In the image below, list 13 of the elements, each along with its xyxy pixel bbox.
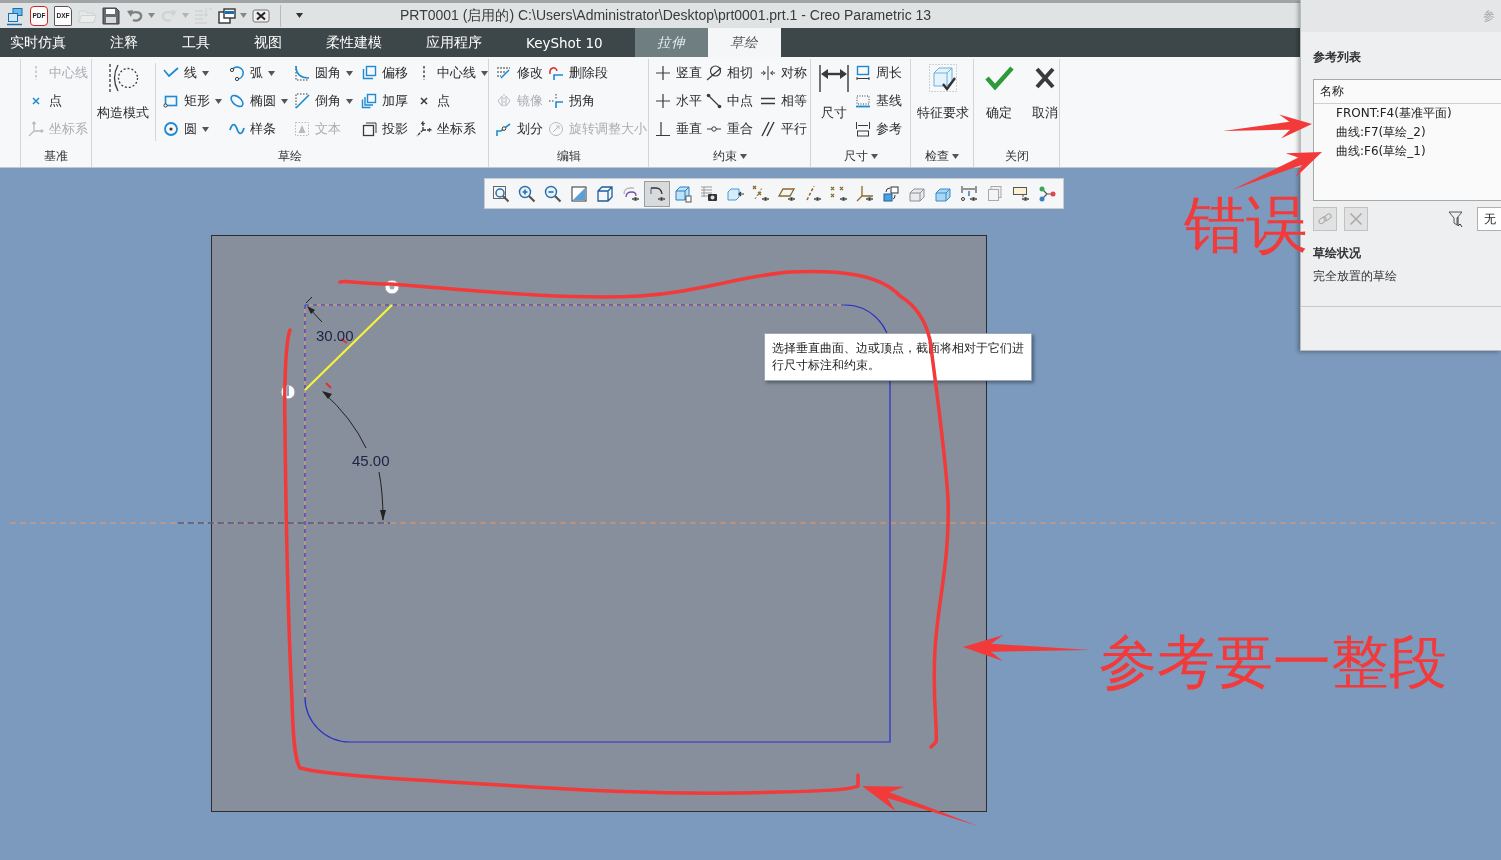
group-label: 草绘 bbox=[278, 147, 302, 165]
panel-title: 参 bbox=[1483, 7, 1495, 25]
group-label: 编辑 bbox=[556, 147, 581, 165]
group-label: 基准 bbox=[44, 147, 68, 165]
group-label: 关闭 bbox=[1004, 147, 1029, 165]
column-header: 名称 bbox=[1314, 80, 1501, 104]
section-title: 草绘状况 bbox=[1313, 245, 1362, 261]
window-title: PRT0001 (启用的) C:\Users\Administrator\Desktop\prt0001.prt.1 - Creo Parametric 13 bbox=[400, 6, 932, 25]
section-title: 参考列表 bbox=[1313, 49, 1362, 65]
dimension-value: 45.00 bbox=[352, 452, 390, 469]
status-text: 完全放置的草绘 bbox=[1313, 268, 1398, 285]
dimension-value: 30.00 bbox=[316, 327, 354, 344]
annotation-text: 参考要一整段 bbox=[1099, 633, 1447, 691]
